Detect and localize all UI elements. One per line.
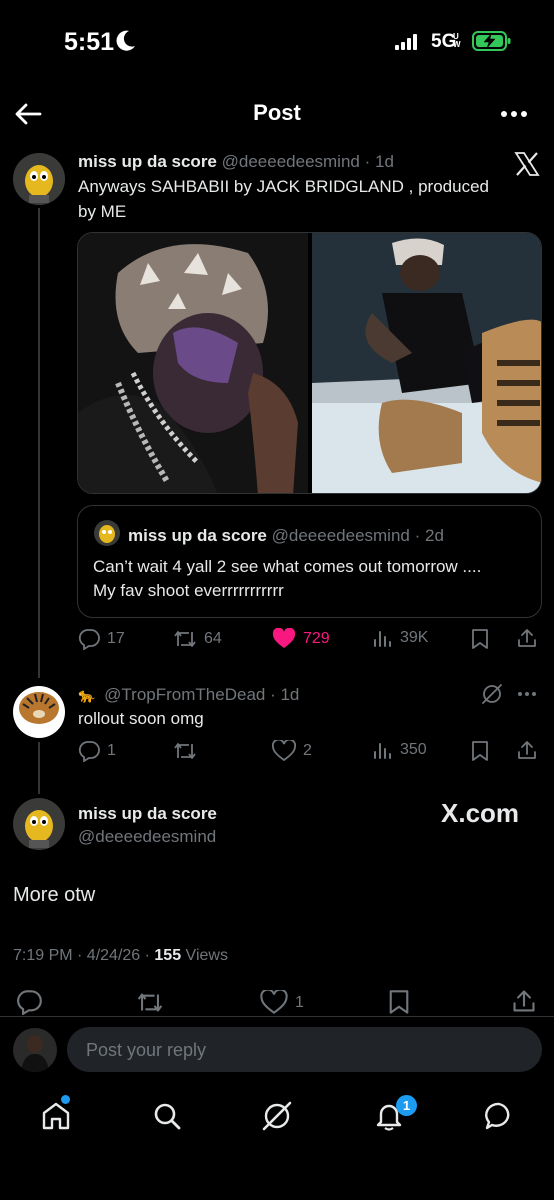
quote-time: · 2d [414, 526, 444, 545]
repost-icon [174, 631, 196, 647]
views-icon [374, 743, 391, 759]
reply-emoji: 🐆 [78, 687, 96, 703]
post-time: · 1d [364, 152, 394, 171]
reply-reply-count: 1 [107, 742, 116, 759]
divider [0, 1016, 554, 1017]
repost-icon [174, 743, 196, 759]
media-grid[interactable] [77, 232, 542, 494]
reply-views-button[interactable]: 350 [373, 740, 427, 760]
like-button[interactable]: 729 [272, 628, 330, 650]
repost-button[interactable]: 64 [173, 628, 222, 650]
share-icon[interactable] [516, 627, 538, 649]
reply-views-count: 350 [400, 741, 427, 758]
signal-icon [395, 34, 423, 50]
views-icon [374, 631, 391, 647]
focus-like-button[interactable]: 1 [260, 990, 304, 1015]
reply-time: · 1d [270, 685, 300, 704]
reply-author-handle[interactable]: @TropFromTheDead [104, 685, 265, 704]
grok-icon[interactable] [481, 683, 503, 705]
quote-header: miss up da score @deeeedeesmind · 2d [128, 524, 444, 548]
views-count: 39K [400, 629, 429, 646]
views-count: 155 [154, 947, 182, 964]
repost-count: 64 [204, 630, 222, 647]
thread-line [38, 208, 40, 678]
quote-avatar [94, 520, 120, 546]
reply-input-placeholder: Post your reply [86, 1040, 207, 1060]
post-meta: 7:19 PM · 4/24/26 · 155 Views [13, 947, 228, 965]
views-button[interactable]: 39K [373, 628, 428, 648]
like-count: 729 [303, 630, 330, 647]
reply-text: rollout soon omg [78, 709, 204, 728]
x-logo-icon [514, 151, 540, 177]
bookmark-icon[interactable] [470, 740, 490, 762]
focus-author-handle[interactable]: @deeeedeesmind [78, 825, 216, 849]
reply-icon [78, 741, 100, 762]
photo-left[interactable] [78, 233, 308, 493]
home-notification-dot [61, 1095, 70, 1104]
avatar[interactable] [13, 153, 65, 205]
thread-line [38, 742, 40, 794]
author-handle[interactable]: @deeeedeesmind [222, 152, 360, 171]
author-name[interactable]: miss up da score [78, 152, 217, 171]
share-icon[interactable] [516, 739, 538, 761]
focus-like-count: 1 [295, 993, 304, 1011]
moon-icon [116, 30, 136, 52]
reply-like-button[interactable]: 2 [272, 740, 312, 762]
home-icon[interactable] [40, 1100, 72, 1132]
reply-reply-button[interactable]: 1 [78, 740, 116, 762]
reply-icon[interactable] [16, 989, 42, 1015]
quote-author-handle: @deeeedeesmind [271, 526, 410, 545]
reply-button[interactable]: 17 [78, 628, 125, 650]
post-timestamp: 7:19 PM · 4/24/26 · [13, 947, 155, 964]
repost-icon[interactable] [136, 990, 164, 1015]
heart-filled-icon [272, 628, 296, 648]
x-com-watermark: X.com [441, 798, 520, 828]
reply-avatar[interactable] [13, 686, 65, 738]
reply-more-icon[interactable] [517, 690, 537, 698]
reply-icon [78, 629, 100, 650]
focus-avatar[interactable] [13, 798, 65, 850]
my-avatar[interactable] [13, 1028, 57, 1072]
views-label: Views [181, 947, 228, 964]
quote-author-name: miss up da score [128, 526, 267, 545]
bookmark-icon[interactable] [387, 989, 411, 1015]
focus-author-name[interactable]: miss up da score [78, 802, 217, 826]
reply-repost-button[interactable] [173, 740, 197, 762]
more-options-icon[interactable] [500, 106, 528, 122]
network-sub-label: UW [453, 32, 461, 49]
battery-charging-icon [472, 31, 512, 51]
share-icon[interactable] [511, 988, 537, 1014]
focus-post-text: More otw [13, 884, 96, 906]
post-header: miss up da score @deeeedeesmind · 1d [78, 150, 394, 174]
heart-icon [260, 990, 288, 1014]
messages-icon[interactable] [483, 1100, 515, 1132]
status-time: 5:51 [64, 28, 115, 56]
quote-text-line: My fav shoot everrrrrrrrrrr [93, 581, 284, 600]
reply-like-count: 2 [303, 742, 312, 759]
post-text-line: Anyways SAHBABII by JACK BRIDGLAND , pro… [78, 177, 489, 196]
reply-header: 🐆 @TropFromTheDead · 1d [78, 683, 299, 707]
photo-right[interactable] [312, 233, 541, 493]
post-text-line: by ME [78, 202, 127, 221]
grok-nav-icon[interactable] [261, 1100, 293, 1132]
reply-count: 17 [107, 630, 125, 647]
page-title: Post [253, 100, 301, 125]
search-icon[interactable] [151, 1100, 183, 1132]
bookmark-icon[interactable] [470, 628, 490, 650]
heart-icon [272, 740, 296, 762]
notifications-badge: 1 [396, 1095, 417, 1116]
quote-text-line: Can’t wait 4 yall 2 see what comes out t… [93, 557, 482, 576]
